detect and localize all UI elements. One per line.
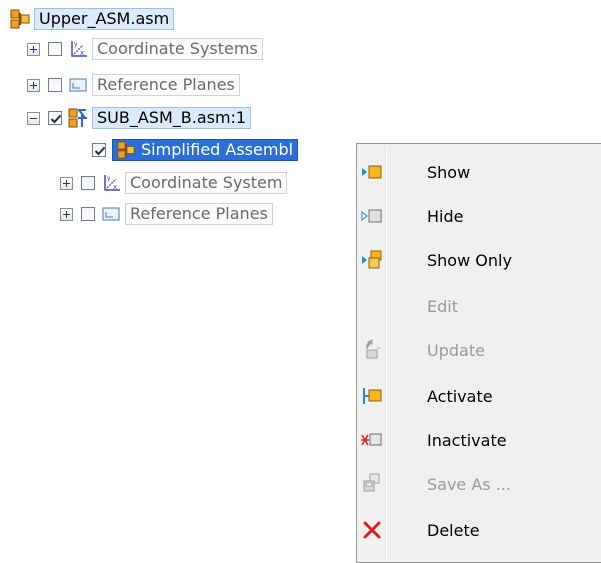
menu-item-inactivate[interactable]: Inactivate bbox=[359, 420, 601, 460]
coordinate-system-icon bbox=[101, 173, 121, 193]
tree-item-label-selected[interactable]: Simplified Assembl bbox=[112, 139, 299, 161]
menu-item-label: Show bbox=[427, 162, 471, 182]
visibility-checkbox[interactable] bbox=[81, 176, 95, 190]
tree-root[interactable]: Upper_ASM.asm bbox=[10, 8, 175, 30]
check-icon bbox=[93, 144, 107, 158]
delete-icon bbox=[359, 520, 385, 540]
tree-item-label[interactable]: Coordinate System bbox=[125, 172, 288, 194]
simplified-assembly-icon bbox=[117, 141, 135, 159]
update-icon bbox=[359, 339, 385, 361]
expand-toggle[interactable] bbox=[27, 78, 40, 92]
context-menu: Show Hide Show Only Edit Update Activate… bbox=[356, 143, 601, 563]
menu-item-show[interactable]: Show bbox=[359, 152, 601, 192]
reference-plane-icon bbox=[101, 204, 121, 224]
sub-assembly-icon bbox=[68, 108, 88, 128]
activate-icon bbox=[359, 387, 385, 405]
menu-item-label: Edit bbox=[427, 296, 458, 316]
tree-item-coordinate-systems[interactable]: Coordinate Systems bbox=[27, 38, 263, 60]
expand-toggle[interactable] bbox=[27, 42, 40, 56]
check-icon bbox=[49, 112, 63, 126]
menu-item-label: Save As ... bbox=[427, 474, 511, 494]
expand-toggle[interactable] bbox=[60, 207, 73, 221]
tree-item-sub-asm-b[interactable]: SUB_ASM_B.asm:1 bbox=[27, 107, 252, 129]
visibility-checkbox[interactable] bbox=[48, 78, 62, 92]
reference-plane-icon bbox=[68, 75, 88, 95]
show-only-icon bbox=[359, 250, 385, 270]
tree-item-text: Simplified Assembl bbox=[141, 140, 294, 159]
inactivate-icon bbox=[359, 431, 385, 449]
menu-item-show-only[interactable]: Show Only bbox=[359, 240, 601, 280]
menu-item-update[interactable]: Update bbox=[359, 330, 601, 370]
tree-item-simplified-assembly[interactable]: Simplified Assembl bbox=[92, 139, 299, 161]
menu-item-label: Show Only bbox=[427, 250, 512, 270]
coordinate-system-icon bbox=[68, 39, 88, 59]
save-as-icon bbox=[359, 473, 385, 495]
visibility-checkbox[interactable] bbox=[48, 42, 62, 56]
tree-root-label[interactable]: Upper_ASM.asm bbox=[34, 8, 175, 30]
tree-item-label[interactable]: Coordinate Systems bbox=[92, 38, 263, 60]
menu-item-save-as[interactable]: Save As ... bbox=[359, 464, 601, 504]
tree-item-label[interactable]: Reference Planes bbox=[125, 203, 273, 225]
visibility-checkbox[interactable] bbox=[92, 143, 106, 157]
menu-item-label: Activate bbox=[427, 386, 493, 406]
assembly-icon bbox=[10, 9, 30, 29]
expand-toggle[interactable] bbox=[60, 176, 73, 190]
tree-item-reference-planes-child[interactable]: Reference Planes bbox=[60, 203, 273, 225]
tree-item-reference-planes[interactable]: Reference Planes bbox=[27, 74, 240, 96]
visibility-checkbox[interactable] bbox=[81, 207, 95, 221]
menu-item-activate[interactable]: Activate bbox=[359, 376, 601, 416]
menu-item-label: Inactivate bbox=[427, 430, 507, 450]
menu-item-label: Hide bbox=[427, 206, 464, 226]
menu-item-edit[interactable]: Edit bbox=[359, 286, 601, 326]
tree-item-label[interactable]: Reference Planes bbox=[92, 74, 240, 96]
collapse-toggle[interactable] bbox=[27, 111, 40, 125]
menu-item-label: Update bbox=[427, 340, 485, 360]
hide-icon bbox=[359, 208, 385, 224]
menu-item-hide[interactable]: Hide bbox=[359, 196, 601, 236]
menu-item-label: Delete bbox=[427, 520, 480, 540]
tree-item-coordinate-system-child[interactable]: Coordinate System bbox=[60, 172, 288, 194]
tree-item-label[interactable]: SUB_ASM_B.asm:1 bbox=[92, 107, 252, 129]
menu-item-delete[interactable]: Delete bbox=[359, 510, 601, 550]
show-icon bbox=[359, 164, 385, 180]
visibility-checkbox[interactable] bbox=[48, 111, 62, 125]
